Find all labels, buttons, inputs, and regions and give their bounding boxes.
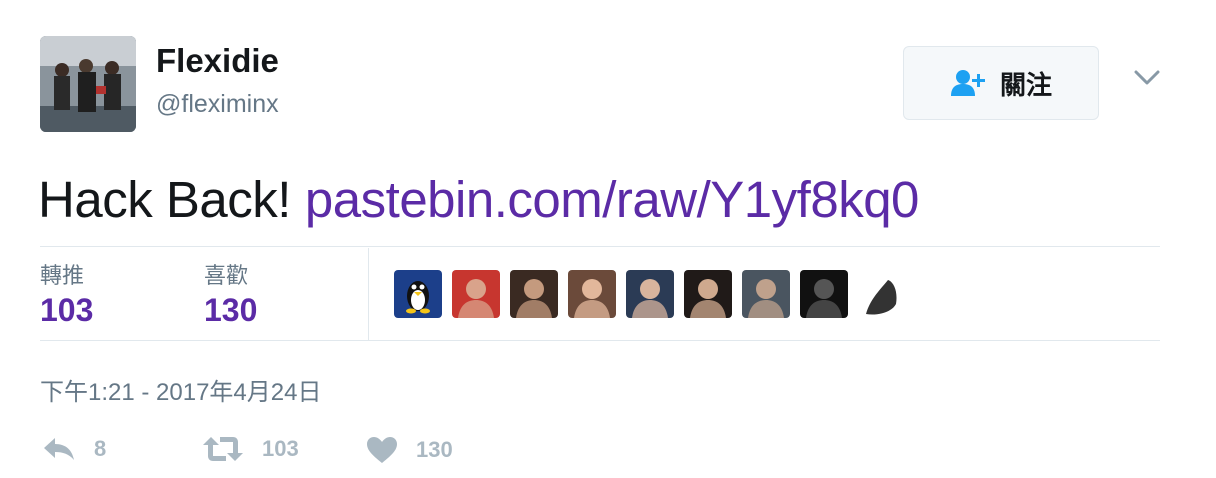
- stats-separator: [368, 248, 369, 340]
- dark-hair-avatar[interactable]: [684, 270, 732, 318]
- reply-icon: [44, 438, 74, 460]
- retweet-action[interactable]: 103: [202, 436, 299, 462]
- user-handle[interactable]: @fleximinx: [156, 90, 279, 119]
- smiling-man-avatar[interactable]: [568, 270, 616, 318]
- chevron-down-icon[interactable]: [1134, 70, 1160, 91]
- tweet-text: Hack Back! pastebin.com/raw/Y1yf8kq0: [38, 170, 919, 229]
- tweet-timestamp[interactable]: 下午1:21 - 2017年4月24日: [40, 372, 321, 407]
- retweets-label: 轉推: [40, 263, 85, 288]
- young-man-avatar[interactable]: [626, 270, 674, 318]
- older-man-avatar[interactable]: [742, 270, 790, 318]
- red-sunglasses-avatar[interactable]: [452, 270, 500, 318]
- retweet-icon: [203, 437, 243, 461]
- retweets-count[interactable]: 103: [40, 292, 93, 329]
- tux-penguin-avatar[interactable]: [394, 270, 442, 318]
- dark-photo-avatar[interactable]: [800, 270, 848, 318]
- follow-button-label: 關注: [999, 69, 1052, 100]
- liker-avatars: [394, 270, 916, 318]
- like-action[interactable]: 130: [366, 436, 453, 464]
- grayscale-avatar[interactable]: [858, 270, 906, 318]
- curly-hair-avatar[interactable]: [510, 270, 558, 318]
- likes-count[interactable]: 130: [204, 292, 257, 329]
- likes-label: 喜歡: [204, 263, 249, 288]
- retweet-count: 103: [262, 436, 299, 461]
- reply-action[interactable]: 8: [42, 436, 106, 462]
- tweet-link[interactable]: pastebin.com/raw/Y1yf8kq0: [305, 171, 920, 228]
- tweet-body: Hack Back!: [38, 171, 291, 228]
- divider-top: [40, 246, 1160, 247]
- follow-button[interactable]: 關注: [903, 46, 1099, 120]
- divider-bottom: [40, 340, 1160, 341]
- heart-icon: [367, 437, 397, 463]
- like-count: 130: [416, 437, 453, 462]
- user-display-name[interactable]: Flexidie: [156, 42, 279, 80]
- reply-count: 8: [94, 436, 107, 461]
- profile-avatar[interactable]: [40, 36, 136, 132]
- add-user-icon: [950, 70, 985, 96]
